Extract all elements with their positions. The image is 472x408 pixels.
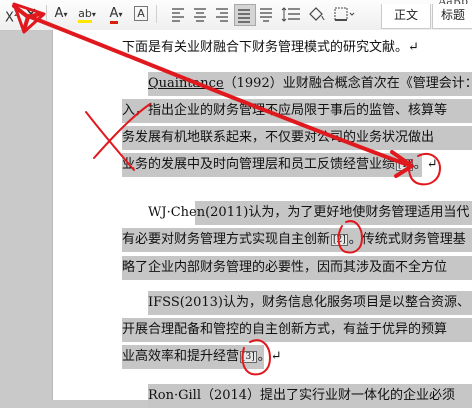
annotation-circle — [337, 220, 363, 254]
annotation-overlay — [12, 2, 441, 376]
annotation-circle — [408, 152, 441, 186]
annotation-circle — [241, 339, 271, 376]
annotation-arrow-line — [26, 14, 410, 167]
